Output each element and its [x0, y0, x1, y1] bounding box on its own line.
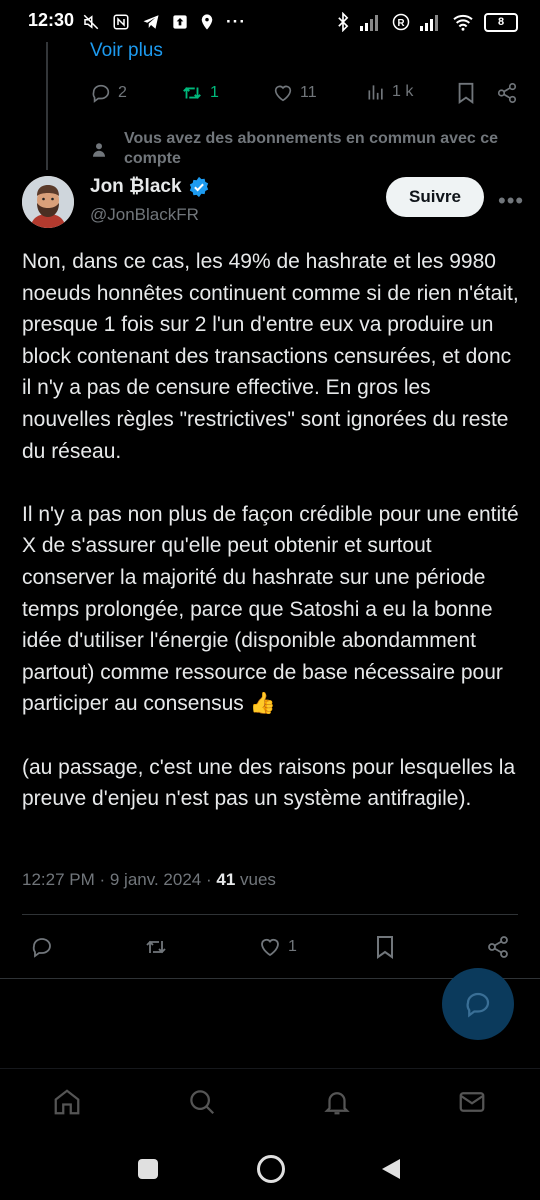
tweet-metadata: 12:27 PM · 9 janv. 2024 · 41 vues: [22, 870, 276, 890]
home-button[interactable]: [257, 1155, 285, 1183]
person-icon: [93, 143, 105, 157]
location-icon: [201, 14, 213, 30]
status-time: 12:30: [28, 10, 75, 30]
status-left-icons: ···: [82, 12, 246, 32]
views-count: 41: [216, 870, 236, 889]
like-button[interactable]: 1: [258, 935, 297, 959]
compose-reply-button[interactable]: [442, 968, 514, 1040]
prev-like-button[interactable]: 11: [272, 82, 317, 104]
mute-icon: [83, 14, 99, 30]
nfc-icon: [113, 14, 129, 30]
prev-reply-count: 2: [118, 84, 127, 101]
bookmark-icon[interactable]: [456, 82, 476, 104]
thread-line: [46, 42, 48, 170]
status-bar: 12:30 ··· R 8: [0, 0, 540, 42]
prev-views-count: 1 k: [392, 83, 414, 100]
bottom-tab-bar: [0, 1068, 540, 1137]
tweet-paragraph: Non, dans ce cas, les 49% de hashrate et…: [22, 250, 519, 463]
retweet-icon: [183, 87, 201, 99]
tweet-timestamp[interactable]: 12:27 PM · 9 janv. 2024 ·: [22, 870, 216, 889]
heart-icon: [261, 938, 279, 957]
battery-indicator: 8: [484, 12, 518, 32]
share-icon[interactable]: [486, 935, 510, 959]
like-count: 1: [288, 938, 297, 955]
reply-icon: [92, 84, 110, 103]
reply-icon[interactable]: [30, 935, 54, 959]
bluetooth-icon: [338, 12, 349, 32]
prev-like-count: 11: [300, 84, 317, 101]
divider: [22, 914, 518, 915]
prev-reply-button[interactable]: 2: [90, 82, 127, 104]
avatar[interactable]: [22, 176, 74, 228]
messages-envelope-icon[interactable]: [457, 1087, 487, 1117]
prev-retweet-count: 1: [210, 84, 219, 101]
notifications-bell-icon[interactable]: [322, 1087, 352, 1117]
views-label: vues: [235, 870, 276, 889]
chat-bubble-icon: [466, 992, 490, 1018]
heart-icon: [274, 85, 292, 102]
author-handle[interactable]: @JonBlackFR: [90, 205, 199, 225]
telegram-icon: [143, 15, 159, 29]
social-context-text: Vous avez des abonnements en commun avec…: [124, 130, 499, 167]
registered-icon: R: [392, 13, 410, 31]
search-icon[interactable]: [187, 1087, 217, 1117]
retweet-icon[interactable]: [142, 935, 170, 959]
more-status-dots: ···: [226, 12, 246, 31]
prev-views-button[interactable]: 1 k: [366, 82, 413, 102]
signal-icon: [360, 15, 378, 31]
svg-text:R: R: [397, 18, 404, 29]
prev-retweet-button[interactable]: 1: [180, 82, 219, 104]
share-icon[interactable]: [496, 82, 518, 104]
verified-badge-icon: [189, 176, 208, 198]
system-navigation-bar: [0, 1138, 540, 1200]
tweet-paragraph: Il n'y a pas non plus de façon crédible …: [22, 502, 519, 716]
tweet-body: Non, dans ce cas, les 49% de hashrate et…: [22, 246, 522, 846]
analytics-icon: [368, 85, 383, 100]
home-icon[interactable]: [52, 1087, 82, 1117]
follow-button[interactable]: Suivre: [386, 177, 484, 217]
tweet-paragraph: (au passage, c'est une des raisons pour …: [22, 755, 516, 811]
status-right-icons: R 8: [336, 12, 518, 32]
author-name: Jon ₿lack: [90, 176, 182, 197]
voir-plus-link[interactable]: Voir plus: [90, 40, 163, 62]
wifi-icon: [453, 14, 473, 31]
signal-icon-2: [420, 15, 438, 31]
more-options-icon[interactable]: •••: [498, 188, 524, 214]
author-name-row[interactable]: Jon ₿lack: [90, 176, 210, 198]
recents-button[interactable]: [138, 1159, 158, 1179]
bookmark-icon[interactable]: [374, 935, 396, 959]
back-button[interactable]: [380, 1157, 402, 1181]
upload-icon: [173, 15, 187, 29]
avatar-image: [22, 176, 74, 228]
